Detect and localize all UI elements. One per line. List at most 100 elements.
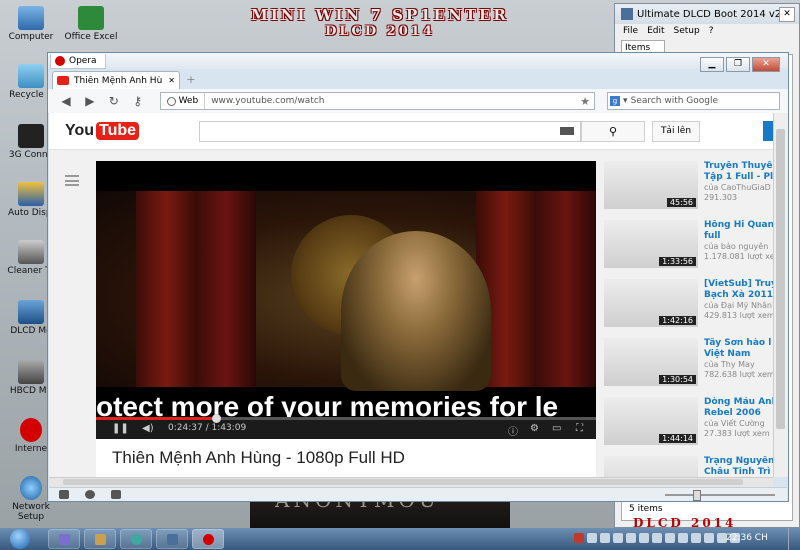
taskbar-app-1[interactable] [48, 529, 80, 549]
site-info[interactable]: Web [161, 93, 206, 109]
flag-icon[interactable] [691, 533, 701, 543]
cloud-icon[interactable] [85, 490, 95, 499]
reload-icon[interactable]: ↻ [104, 94, 124, 108]
desktop-icon-computer[interactable]: Computer [2, 6, 60, 42]
volume-icon[interactable]: ◀) [142, 423, 154, 434]
desktop-icon-label: HBCD Me [9, 386, 53, 396]
tray-app-icon[interactable] [613, 533, 623, 543]
related-video[interactable]: 1:44:14 Dòng Máu Anh Rebel 2006 của Viết Cư… [604, 397, 773, 455]
opera-titlebar[interactable]: Opera [48, 53, 788, 69]
horizontal-scrollbar[interactable] [49, 477, 773, 487]
taskbar-app-3[interactable] [120, 529, 152, 549]
search-engine-box[interactable]: g ▾ Search with Google [607, 92, 781, 110]
forward-icon[interactable]: ▶ [80, 94, 100, 108]
keyboard-icon[interactable] [560, 127, 574, 135]
video-thumbnail[interactable]: 1:33:56 [604, 220, 698, 268]
video-thumbnail[interactable]: 45:56 [604, 161, 698, 209]
dlcd-close-button[interactable]: ✕ [779, 7, 795, 22]
progress-bar[interactable] [96, 414, 596, 423]
youtube-logo[interactable]: You Tube [65, 122, 140, 140]
related-title[interactable]: Dòng Máu Anh Rebel 2006 [704, 397, 773, 419]
theater-mode-icon[interactable]: ▭ [552, 423, 561, 434]
related-channel[interactable]: của Thy May [704, 360, 773, 369]
chevron-down-icon[interactable]: ▾ [623, 96, 628, 106]
tray-app-icon[interactable] [626, 533, 636, 543]
video-thumbnail[interactable]: 1:42:16 [604, 279, 698, 327]
language-icon[interactable] [678, 533, 688, 543]
related-video[interactable]: Trạng Nguyên Châu Tinh Trì [604, 456, 773, 477]
sign-in-button[interactable] [763, 121, 773, 141]
scrubber-handle[interactable] [212, 414, 221, 423]
related-video[interactable]: 1:30:54 Tây Sơn hào l Việt Nam của Thy May 7… [604, 338, 773, 396]
tab-youtube[interactable]: Thiên Mệnh Anh Hù... ✕ [52, 71, 180, 89]
video-thumbnail[interactable] [604, 456, 698, 477]
address-bar[interactable]: Web www.youtube.com/watch ★ [159, 92, 596, 110]
info-icon[interactable]: ⓘ [508, 423, 518, 438]
speed-dial-icon[interactable] [111, 490, 121, 499]
video-thumbnail[interactable]: 1:44:14 [604, 397, 698, 445]
scrollbar-thumb[interactable] [776, 129, 785, 429]
windows-orb-icon [10, 529, 30, 549]
pause-icon[interactable]: ❚❚ [112, 423, 129, 434]
duration-badge: 1:30:54 [659, 375, 696, 384]
tray-app-icon[interactable] [587, 533, 597, 543]
bookmark-star-icon[interactable]: ★ [580, 95, 594, 108]
related-channel[interactable]: của bảo nguyên [704, 242, 773, 251]
taskbar-app-2[interactable] [84, 529, 116, 549]
taskbar-app-dlcd[interactable] [156, 529, 188, 549]
opera-menu-button[interactable]: Opera [50, 53, 106, 69]
back-icon[interactable]: ◀ [56, 94, 76, 108]
settings-gear-icon[interactable]: ⚙ [530, 423, 539, 434]
youtube-search-input[interactable] [199, 121, 581, 142]
desktop-icon-excel[interactable]: Office Excel [62, 6, 120, 42]
media-player-icon [131, 534, 142, 545]
start-button[interactable] [2, 528, 42, 550]
related-title[interactable]: Tây Sơn hào l Việt Nam [704, 338, 773, 360]
related-channel[interactable]: của Viết Cường [704, 419, 773, 428]
related-views: 429.813 lượt xem [704, 311, 773, 320]
video-thumbnail[interactable]: 1:30:54 [604, 338, 698, 386]
related-title[interactable]: Trạng Nguyên Châu Tinh Trì [704, 456, 773, 477]
taskbar-app-opera[interactable] [192, 529, 224, 549]
clock[interactable]: 22:36 CH [726, 533, 768, 543]
video-frame [96, 191, 596, 391]
show-desktop-button[interactable] [788, 528, 800, 550]
related-title[interactable]: Truyền Thuyế Tập 1 Full - Pl [704, 161, 773, 183]
scrollbar-thumb[interactable] [63, 479, 743, 485]
video-player[interactable]: otect more of your memories for le ❚❚ ◀)… [96, 161, 596, 439]
dlcd-menu-file[interactable]: File [623, 26, 638, 36]
new-tab-button[interactable]: + [183, 73, 199, 87]
guide-menu-icon[interactable] [65, 175, 79, 186]
related-video[interactable]: 1:42:16 [VietSub] Truy Bạch Xà 2011 của Đại… [604, 279, 773, 337]
time-total: 1:43:09 [211, 423, 247, 433]
related-title[interactable]: Hồng Hi Quan full [704, 220, 773, 242]
related-title[interactable]: [VietSub] Truy Bạch Xà 2011 [704, 279, 773, 301]
tray-app-icon[interactable] [704, 533, 714, 543]
related-video[interactable]: 45:56 Truyền Thuyế Tập 1 Full - Pl của CaoT… [604, 161, 773, 219]
zoom-slider-handle[interactable] [693, 490, 701, 501]
dlcd-menu-edit[interactable]: Edit [647, 26, 664, 36]
network-icon[interactable] [639, 533, 649, 543]
related-channel[interactable]: của Đại Mỹ Nhân [704, 301, 773, 310]
opera-menu-label: Opera [69, 55, 97, 66]
dlcd-titlebar[interactable]: Ultimate DLCD Boot 2014 v2.0 [615, 4, 799, 24]
dlcd-menu-help[interactable]: ? [709, 26, 714, 36]
key-icon[interactable]: ⚷ [128, 94, 148, 108]
battery-icon[interactable] [652, 533, 662, 543]
upload-button[interactable]: Tải lên [652, 121, 700, 142]
url-text[interactable]: www.youtube.com/watch [205, 96, 580, 106]
related-channel[interactable]: của CaoThuGiaD [704, 183, 773, 192]
youtube-search-button[interactable]: ⚲ [581, 121, 645, 142]
panel-toggle-icon[interactable] [59, 490, 69, 499]
google-icon: g [610, 96, 621, 106]
volume-icon[interactable] [665, 533, 675, 543]
zoom-slider[interactable] [665, 494, 775, 496]
related-video[interactable]: 1:33:56 Hồng Hi Quan full của bảo nguyên 1.1… [604, 220, 773, 278]
vertical-scrollbar[interactable] [773, 113, 788, 477]
tab-close-icon[interactable]: ✕ [168, 76, 175, 85]
tray-app-icon[interactable] [600, 533, 610, 543]
tray-app-icon[interactable] [574, 533, 584, 543]
dlcd-menu-setup[interactable]: Setup [674, 26, 700, 36]
fullscreen-icon[interactable]: ⛶ [576, 423, 583, 434]
search-placeholder: Search with Google [630, 96, 719, 106]
